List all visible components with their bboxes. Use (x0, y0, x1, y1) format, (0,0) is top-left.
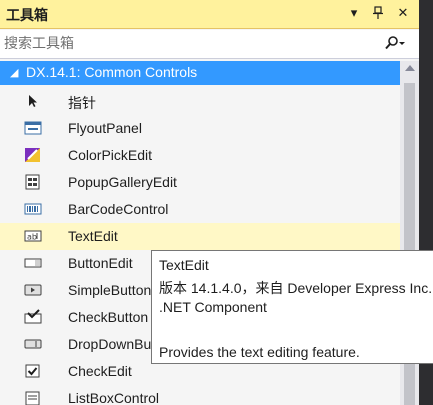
pointer-icon (24, 93, 42, 109)
dropdown-button-icon (24, 336, 42, 352)
toolbox-item-flyoutpanel[interactable]: FlyoutPanel (0, 115, 400, 142)
toolbox-item-textedit[interactable]: ab TextEdit (0, 223, 400, 250)
toolbox-item-label: ColorPickEdit (68, 147, 153, 163)
toolbox-item-colorpickedit[interactable]: ColorPickEdit (0, 142, 400, 169)
button-edit-icon (24, 255, 42, 271)
toolbox-item-barcodecontrol[interactable]: BarCodeControl (0, 196, 400, 223)
toolbox-item-label: TextEdit (68, 228, 118, 244)
toolbox-item-label: FlyoutPanel (68, 120, 142, 136)
toolbox-item-label: SimpleButton (68, 282, 152, 298)
search-icon[interactable] (384, 35, 406, 53)
tooltip-title: TextEdit (159, 257, 209, 273)
item-tooltip: TextEdit 版本 14.1.4.0，来自 Developer Expres… (151, 250, 433, 364)
barcode-icon (24, 201, 42, 217)
window-title: 工具箱 (6, 7, 48, 23)
expand-arrow-icon[interactable]: ◢ (10, 66, 18, 79)
toolbox-item-label: CheckEdit (68, 363, 132, 379)
flyout-panel-icon (24, 120, 42, 136)
check-edit-icon (24, 363, 42, 379)
toolbox-item-label: 指针 (68, 95, 96, 111)
toolbox-item-label: CheckButton (68, 309, 149, 325)
pin-icon[interactable] (370, 4, 386, 22)
toolbox-item-popupgalleryedit[interactable]: PopupGalleryEdit (0, 169, 400, 196)
popup-gallery-icon (24, 174, 42, 190)
svg-text:ab: ab (27, 233, 37, 242)
color-pick-icon (24, 147, 42, 163)
tooltip-version: 版本 14.1.4.0，来自 Developer Express Inc. (159, 280, 433, 296)
toolbox-item-label: BarCodeControl (68, 201, 169, 217)
group-header-common-controls[interactable]: ◢ DX.14.1: Common Controls (0, 61, 400, 85)
simple-button-icon (24, 282, 42, 298)
toolbox-item-label: ListBoxControl (68, 390, 160, 405)
tooltip-description: Provides the text editing feature. (159, 344, 360, 360)
tooltip-component-type: .NET Component (159, 299, 267, 315)
search-input[interactable] (4, 33, 364, 53)
toolbox-item-label: ButtonEdit (68, 255, 133, 271)
scroll-up-icon[interactable] (405, 65, 415, 71)
text-edit-icon: ab (24, 228, 42, 244)
check-button-icon (24, 309, 42, 325)
toolbox-item-pointer[interactable]: 指针 (0, 88, 400, 115)
toolbox-item-label: PopupGalleryEdit (68, 174, 177, 190)
dropdown-arrow-icon[interactable]: ▾ (346, 4, 362, 22)
toolbox-item-listboxcontrol[interactable]: ListBoxControl (0, 385, 400, 405)
close-icon[interactable]: ✕ (395, 4, 411, 22)
group-label: DX.14.1: Common Controls (26, 64, 198, 80)
listbox-icon (24, 390, 42, 405)
toolbox-title-bar: 工具箱 ▾ ✕ (0, 0, 419, 29)
search-bar (0, 30, 419, 59)
